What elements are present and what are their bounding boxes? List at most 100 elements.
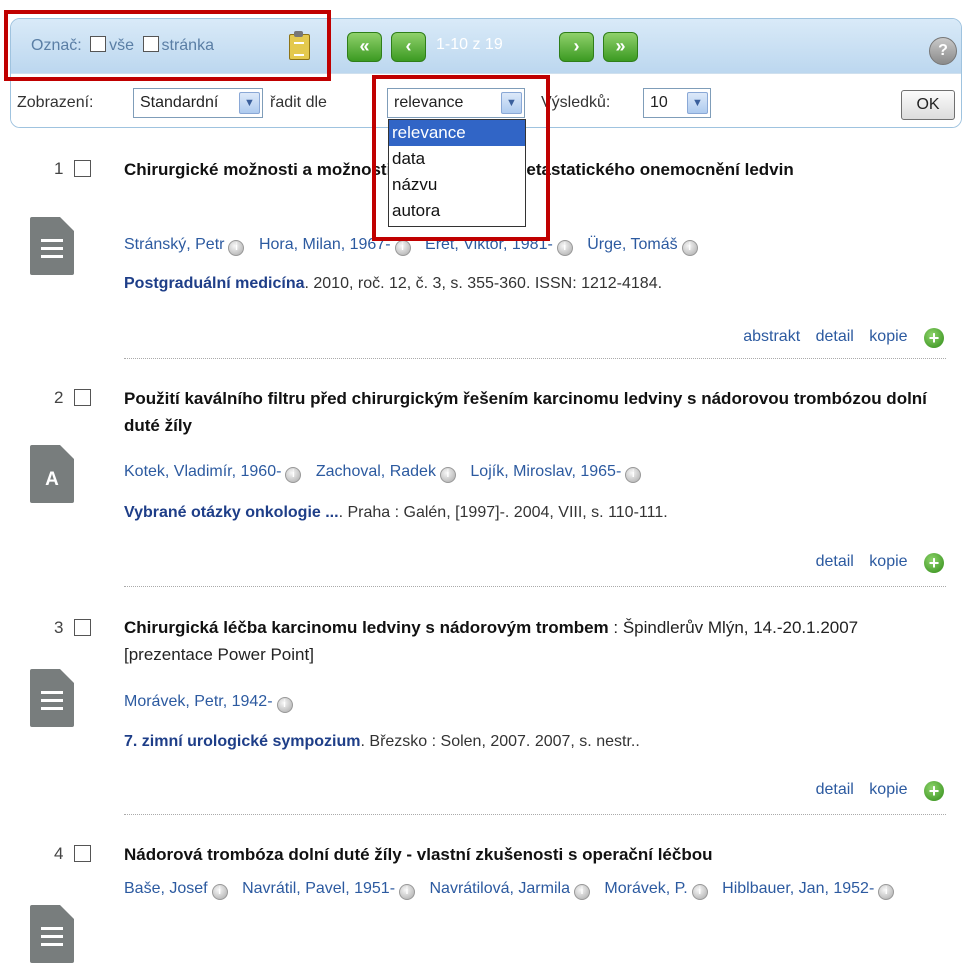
clipboard-icon[interactable] [289,31,310,60]
info-icon[interactable]: i [439,467,456,483]
display-select-value: Standardní [140,94,219,111]
sort-select-value: relevance [394,94,464,111]
record-checkbox[interactable] [74,845,91,862]
info-icon[interactable]: i [681,240,698,256]
detail-link[interactable]: detail [816,553,854,570]
toolbar-top-row: Označ: vše stránka « ‹ 1-10 z 19 › » ? [11,19,961,73]
sort-option-title[interactable]: názvu [389,172,525,198]
add-icon[interactable]: + [924,328,944,348]
display-select[interactable]: Standardní ▼ [133,88,263,118]
info-icon[interactable]: i [211,884,228,900]
record-separator [124,358,946,359]
record-title[interactable]: Nádorová trombóza dolní duté žíly - vlas… [124,841,944,868]
copy-link[interactable]: kopie [869,553,907,570]
sort-dropdown-list: relevance data názvu autora [388,119,526,227]
chevron-down-icon[interactable]: ▼ [239,92,260,114]
info-icon[interactable]: i [394,240,411,256]
author-link[interactable]: Morávek, Petr, 1942- i [124,693,293,713]
results-select-value: 10 [650,94,668,111]
record-authors: Morávek, Petr, 1942- i [124,688,944,715]
record-source: 7. zimní urologické sympozium. Březsko :… [124,733,640,750]
record-actions: abstrakt detail kopie + [732,328,944,348]
author-link[interactable]: Navrátil, Pavel, 1951- i [242,880,416,900]
page-info: 1-10 z 19 [436,36,503,53]
author-link[interactable]: Lojík, Miroslav, 1965- i [470,463,642,483]
author-link[interactable]: Stránský, Petr i [124,236,245,256]
info-icon[interactable]: i [556,240,573,256]
last-page-button[interactable]: » [603,32,638,62]
author-link[interactable]: Ürge, Tomáš i [587,236,698,256]
info-icon[interactable]: i [285,467,302,483]
document-icon [30,217,74,275]
article-icon: A [30,445,74,503]
record-number: 1 [54,159,64,178]
record-checkbox[interactable] [74,389,91,406]
next-page-button[interactable]: › [559,32,594,62]
record-authors: Baše, Josef i Navrátil, Pavel, 1951- i Nav… [124,875,944,902]
author-link[interactable]: Kotek, Vladimír, 1960- i [124,463,302,483]
author-link[interactable]: Baše, Josef i [124,880,228,900]
record-separator [124,586,946,587]
record-separator [124,814,946,815]
info-icon[interactable]: i [573,884,590,900]
record-actions: detail kopie + [805,781,944,801]
detail-link[interactable]: detail [816,328,854,345]
first-page-button[interactable]: « [347,32,382,62]
record-title[interactable]: Chirurgické možnosti a možnosti pokročil… [124,156,944,183]
mark-page-label[interactable]: stránka [162,37,214,54]
document-icon [30,905,74,963]
info-icon[interactable]: i [228,240,245,256]
record-authors: Kotek, Vladimír, 1960- i Zachoval, Radek i… [124,458,944,485]
record-actions: detail kopie + [805,553,944,573]
copy-link[interactable]: kopie [869,328,907,345]
author-link[interactable]: Navrátilová, Jarmila i [429,880,590,900]
record-checkbox[interactable] [74,160,91,177]
info-icon[interactable]: i [691,884,708,900]
source-link[interactable]: Vybrané otázky onkologie ... [124,504,339,521]
document-icon [30,669,74,727]
mark-page-checkbox[interactable] [142,36,159,52]
sort-option-author[interactable]: autora [389,198,525,224]
author-link[interactable]: Hiblbauer, Jan, 1952- i [722,880,895,900]
add-icon[interactable]: + [924,553,944,573]
record-title[interactable]: Použití kaválního filtru před chirurgick… [124,385,944,439]
results-label: Výsledků: [541,94,611,111]
info-icon[interactable]: i [399,884,416,900]
info-icon[interactable]: i [276,697,293,713]
copy-link[interactable]: kopie [869,781,907,798]
author-link[interactable]: Zachoval, Radek i [316,463,456,483]
record-source: Postgraduální medicína. 2010, roč. 12, č… [124,275,663,292]
results-toolbar: Označ: vše stránka « ‹ 1-10 z 19 › » ? Z… [10,18,962,128]
mark-controls: Označ: vše stránka [31,36,214,55]
display-label: Zobrazení: [17,94,94,111]
author-link[interactable]: Hora, Milan, 1967- i [259,236,411,256]
sort-option-relevance[interactable]: relevance [389,120,525,146]
sort-select[interactable]: relevance ▼ [387,88,525,118]
results-per-page-select[interactable]: 10 ▼ [643,88,711,118]
abstract-link[interactable]: abstrakt [743,328,800,345]
source-link[interactable]: Postgraduální medicína [124,275,304,292]
record-number: 2 [54,388,64,407]
record-number: 4 [54,844,64,863]
ok-button[interactable]: OK [901,90,955,120]
record-source: Vybrané otázky onkologie .... Praha : Ga… [124,504,668,521]
sort-label: řadit dle [270,94,327,111]
add-icon[interactable]: + [924,781,944,801]
mark-label: Označ: [31,37,82,54]
mark-all-checkbox[interactable] [90,36,107,52]
chevron-down-icon[interactable]: ▼ [501,92,522,114]
prev-page-button[interactable]: ‹ [391,32,426,62]
record-checkbox[interactable] [74,619,91,636]
source-link[interactable]: 7. zimní urologické sympozium [124,733,361,750]
author-link[interactable]: Eret, Viktor, 1981- i [425,236,573,256]
author-link[interactable]: Morávek, P. i [604,880,708,900]
record-authors: Stránský, Petr i Hora, Milan, 1967- i Eret… [124,231,944,258]
sort-option-date[interactable]: data [389,146,525,172]
info-icon[interactable]: i [878,884,895,900]
chevron-down-icon[interactable]: ▼ [687,92,708,114]
record-title[interactable]: Chirurgická léčba karcinomu ledviny s ná… [124,614,944,668]
info-icon[interactable]: i [625,467,642,483]
mark-all-label[interactable]: vše [109,37,134,54]
help-icon[interactable]: ? [929,37,957,65]
detail-link[interactable]: detail [816,781,854,798]
